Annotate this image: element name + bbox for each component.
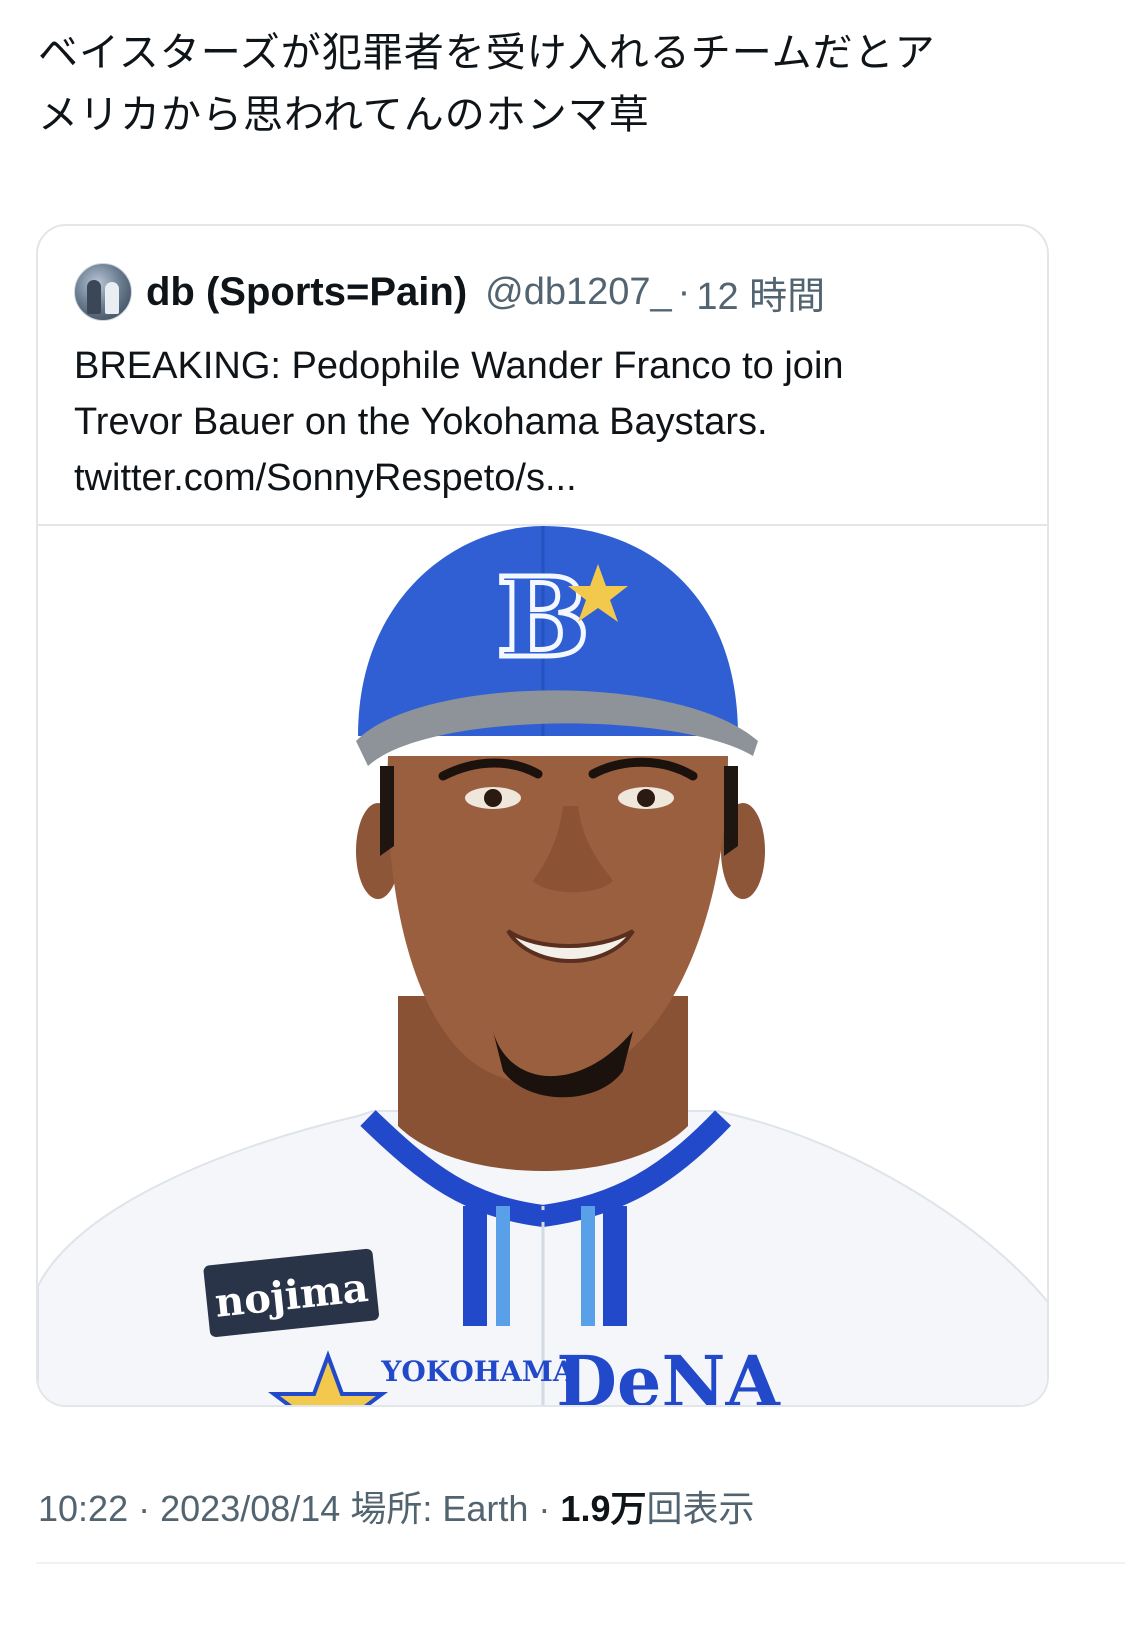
separator-dot: · bbox=[677, 270, 691, 313]
tweet-time[interactable]: 10:22 bbox=[38, 1488, 128, 1529]
tweet-meta: 10:22 · 2023/08/14 場所: Earth · 1.9万回表示 bbox=[38, 1480, 755, 1532]
tweet-date[interactable]: 2023/08/14 bbox=[160, 1488, 340, 1529]
player-photo: B nojima YOKOHAMA DeNA bbox=[38, 526, 1047, 1407]
quoted-link[interactable]: twitter.com/SonnyRespeto/s... bbox=[74, 450, 1024, 506]
quoted-tweet-header: db (Sports=Pain) @db1207_ · 12 時間 bbox=[74, 262, 825, 322]
tweet-location[interactable]: 場所: Earth bbox=[350, 1488, 528, 1529]
tweet-text-line: ベイスターズが犯罪者を受け入れるチームだとア bbox=[38, 30, 936, 76]
divider bbox=[36, 1562, 1125, 1564]
separator-dot: · bbox=[138, 1488, 151, 1529]
separator-dot: · bbox=[538, 1488, 551, 1529]
views-count: 1.9 bbox=[560, 1488, 611, 1529]
quoted-timestamp[interactable]: 12 時間 bbox=[696, 265, 825, 320]
views-label: 回表示 bbox=[646, 1488, 755, 1529]
views-unit: 万 bbox=[610, 1488, 647, 1529]
tweet-text: ベイスターズが犯罪者を受け入れるチームだとア メリカから思われてんのホンマ草 bbox=[38, 22, 1098, 146]
quoted-text-line: BREAKING: Pedophile Wander Franco to joi… bbox=[74, 345, 844, 387]
chest-text-small: YOKOHAMA bbox=[380, 1355, 576, 1388]
quoted-author-name[interactable]: db (Sports=Pain) bbox=[146, 270, 467, 315]
quoted-author-handle[interactable]: @db1207_ bbox=[485, 271, 672, 314]
tweet-text-line: メリカから思われてんのホンマ草 bbox=[38, 92, 650, 138]
quoted-tweet-body: BREAKING: Pedophile Wander Franco to joi… bbox=[74, 338, 1024, 506]
tweet-detail: ベイスターズが犯罪者を受け入れるチームだとア メリカから思われてんのホンマ草 d… bbox=[0, 0, 1125, 1626]
quoted-text-line: Trevor Bauer on the Yokohama Baystars. bbox=[74, 401, 768, 443]
quoted-tweet-card[interactable]: db (Sports=Pain) @db1207_ · 12 時間 BREAKI… bbox=[36, 224, 1049, 1407]
avatar[interactable] bbox=[74, 263, 132, 321]
quoted-media-image[interactable]: B nojima YOKOHAMA DeNA bbox=[38, 526, 1047, 1407]
chest-text-big: DeNA bbox=[556, 1340, 781, 1407]
cap-logo-text: B bbox=[497, 553, 590, 682]
